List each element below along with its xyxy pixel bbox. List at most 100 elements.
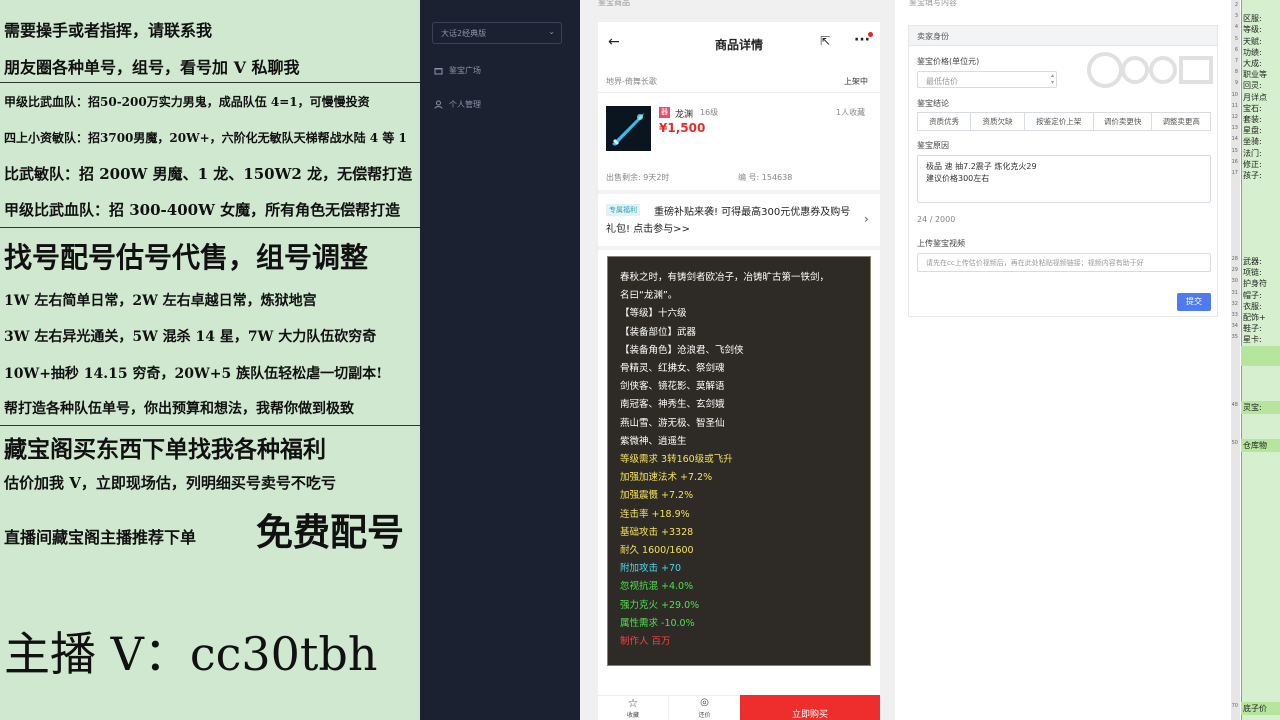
row-number: 8 <box>1234 69 1238 76</box>
spreadsheet-cell[interactable]: 底子价 <box>1243 703 1267 714</box>
chevron-right-icon[interactable]: › <box>864 212 869 226</box>
product-nav-bar: ← 商品详情 ⇱ ··· <box>598 30 880 56</box>
desc-line: 强力克火 +29.0% <box>620 599 700 611</box>
row-number: 3 <box>1234 13 1238 20</box>
spreadsheet-cell[interactable]: 星卡: <box>1243 334 1262 345</box>
spreadsheet-cell[interactable]: 帽子: <box>1243 290 1262 301</box>
page-title: 商品详情 <box>714 38 763 52</box>
buy-now-button[interactable]: 立即购买 <box>740 695 880 720</box>
desc-line: 紫微神、逍遥生 <box>620 435 687 447</box>
spreadsheet-cell[interactable]: 配饰+ <box>1243 312 1266 323</box>
desc-line: 剑侠客、镜花影、莫解语 <box>620 381 725 393</box>
spreadsheet-cell[interactable]: 坐骑: <box>1243 136 1262 147</box>
notification-dot <box>868 32 873 37</box>
conclusion-option[interactable]: 资质欠缺 <box>971 113 1025 130</box>
user-icon <box>434 100 443 109</box>
spreadsheet-cell[interactable]: 项链: <box>1243 267 1262 278</box>
sidebar-item-label: 个人管理 <box>449 100 481 109</box>
promo-panel: 需要操手或者指挥，请联系我 朋友圈各种单号，组号，看号加 V 私聊我 甲级比武血… <box>0 0 420 720</box>
promo-line: 甲级比武血队：招50-200万实力男鬼，成品队伍 4=1，可慢慢投资 <box>4 95 370 109</box>
spreadsheet-cell[interactable]: 宝石: <box>1243 103 1262 114</box>
row-number: 14 <box>1231 136 1238 143</box>
desc-line: 春秋之时，有铸剑者欧冶子，冶铸旷古第一铁剑， <box>620 272 830 283</box>
listing-status: 上架中 <box>844 77 868 86</box>
spreadsheet-cell[interactable]: 仓库物 <box>1243 440 1267 451</box>
product-detail-card: ← 商品详情 ⇱ ··· 地界-倚舞长歌 上架中 器 龙渊 16级 1人收藏 ¥… <box>598 22 880 720</box>
video-link-input[interactable]: 请先在cc上传估价视频后，再在此处粘贴视频链接；视频内容有助于好 <box>917 253 1211 272</box>
desc-line: 【装备角色】沧浪君、飞剑侠 <box>620 344 744 356</box>
spreadsheet-cell[interactable]: 护身符 <box>1243 278 1267 289</box>
row-number: 6 <box>1234 46 1238 53</box>
spreadsheet-cell[interactable]: 天赋: <box>1243 36 1262 47</box>
conclusion-option[interactable]: 调价卖更快 <box>1094 113 1153 130</box>
spreadsheet-cell[interactable]: 灵宝: <box>1243 402 1262 413</box>
submit-button[interactable]: 提交 <box>1177 293 1211 311</box>
conclusion-option[interactable]: 资质优秀 <box>918 113 972 130</box>
favorite-label: 收藏 <box>626 712 639 719</box>
desc-line: 骨精灵、红拂女、祭剑魂 <box>620 363 725 375</box>
spreadsheet-cell[interactable]: 月详点 <box>1243 92 1267 103</box>
spreadsheet-cell[interactable]: 套装: <box>1243 114 1262 125</box>
spreadsheet-cell[interactable]: 武器: <box>1243 256 1262 267</box>
row-number: 29 <box>1231 267 1238 274</box>
spreadsheet-cell[interactable]: 大成: <box>1243 58 1262 69</box>
product-preview-panel: 鉴宝商品 ← 商品详情 ⇱ ··· 地界-倚舞长歌 上架中 器 龙渊 16级 1… <box>580 0 895 720</box>
spreadsheet-cell[interactable]: 鞋子: <box>1243 323 1262 334</box>
spreadsheet-cell[interactable]: 功绩: <box>1243 47 1262 58</box>
promo-divider <box>0 82 420 83</box>
spreadsheet-cell[interactable]: 衣服: <box>1243 301 1262 312</box>
spreadsheet-strip: 2 3 区服: 4 等级: 5 天赋: 6 功绩: 7 大成: 8 职业等 9 回灵: 10 月详点 11 宝石: 1… <box>1230 0 1280 720</box>
game-version-select[interactable]: 大话2经典版 ⌄ <box>432 22 562 44</box>
row-number: 35 <box>1231 334 1238 341</box>
section-label: 鉴宝商品 <box>598 0 630 7</box>
share-icon[interactable]: ⇱ <box>820 34 830 48</box>
item-price: ¥1,500 <box>659 121 706 135</box>
stepper-icon[interactable]: ▴ ▾ <box>1051 72 1054 86</box>
reason-textarea[interactable]: 极品 速 抽7.2震子 炼化克火29 建议价格300左右 <box>917 155 1211 203</box>
streamer-contact: 主播 V：cc30tbh <box>4 627 378 681</box>
row-number: 15 <box>1231 147 1238 154</box>
spreadsheet-cell[interactable]: 职业等 <box>1243 69 1267 80</box>
spreadsheet-cell[interactable]: 孩子: <box>1243 170 1262 181</box>
spreadsheet-cell[interactable]: 法门: <box>1243 148 1262 159</box>
promo-divider <box>0 425 420 426</box>
row-number: 34 <box>1231 323 1238 330</box>
desc-line: 加强加速法术 +7.2% <box>620 472 713 484</box>
conclusion-option[interactable]: 按鉴定价上架 <box>1025 113 1094 130</box>
sidebar-item-appraisal-square[interactable]: 鉴宝广场 <box>434 65 481 76</box>
item-description: 春秋之时，有铸剑者欧冶子，冶铸旷古第一铁剑， 名曰“龙渊”。 【等级】十六级 【… <box>607 256 871 666</box>
promo-line: 1W 左右简单日常，2W 左右卓越日常，炼狱地宫 <box>4 293 317 309</box>
gift-box-icon <box>434 66 443 75</box>
desc-line: 耐久 1600/1600 <box>620 545 694 557</box>
highlighted-cell <box>1241 346 1280 366</box>
reason-line: 极品 速 抽7.2震子 炼化克火29 <box>926 162 1037 171</box>
desc-line: 加强震慑 +7.2% <box>620 490 694 502</box>
row-number: 12 <box>1231 114 1238 120</box>
price-input[interactable]: 最低估价 ▴ ▾ <box>917 71 1057 88</box>
spreadsheet-cell[interactable]: 等级: <box>1243 24 1262 35</box>
row-number: 11 <box>1231 102 1238 109</box>
desc-line: 燕山雪、游无极、智圣仙 <box>620 417 725 429</box>
promo-line: 需要操手或者指挥，请联系我 <box>4 21 213 40</box>
desc-line: 等级需求 3转160级或飞升 <box>620 454 733 466</box>
spreadsheet-cell[interactable]: 修正: <box>1243 159 1262 170</box>
row-number: 28 <box>1231 256 1238 262</box>
conclusion-option[interactable]: 调整卖更高 <box>1152 113 1210 130</box>
desc-line: 属性需求 -10.0% <box>620 617 695 629</box>
spreadsheet-cell[interactable]: 回灵: <box>1243 80 1262 91</box>
desc-line: 制作人 百万 <box>620 636 671 648</box>
favorite-button[interactable]: ☆ 收藏 <box>598 696 668 720</box>
row-number: 13 <box>1231 125 1238 132</box>
serial-number: 编 号: 154638 <box>738 173 793 182</box>
price-placeholder: 最低估价 <box>926 77 958 86</box>
item-thumbnail[interactable] <box>606 106 651 151</box>
sidebar-item-personal[interactable]: 个人管理 <box>434 99 481 110</box>
promo-line: 朋友圈各种单号，组号，看号加 V 私聊我 <box>4 58 300 77</box>
promo-banner[interactable]: 重磅补贴来袭! 可得最高300元优惠券及购号礼包! 点击参与>> <box>606 204 858 238</box>
game-version-value: 大话2经典版 <box>441 29 487 38</box>
time-left: 出售剩余: 9天2时 <box>606 173 670 182</box>
bargain-button[interactable]: ◎ 还价 <box>668 696 740 720</box>
spreadsheet-cell[interactable]: 区服: <box>1243 13 1262 24</box>
row-number: 33 <box>1231 312 1238 318</box>
spreadsheet-cell[interactable]: 星盘: <box>1243 125 1262 136</box>
